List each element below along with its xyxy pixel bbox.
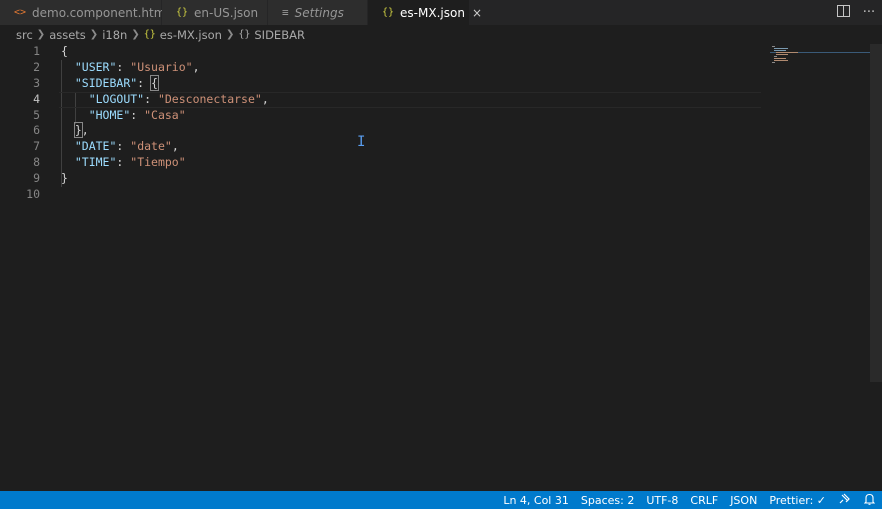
code-content[interactable]: { "USER": "Usuario", "SIDEBAR": { "LOGOU…: [59, 44, 761, 203]
breadcrumb-item-src[interactable]: src: [16, 28, 33, 42]
object-symbol-icon: {}: [238, 29, 251, 40]
minimap[interactable]: [770, 44, 870, 64]
line-number: 1: [33, 44, 40, 58]
end-of-line[interactable]: CRLF: [684, 494, 724, 507]
code-editor[interactable]: 1 2 3 4 5 6 7 8 9 10 { "USER": "Usuario"…: [0, 44, 882, 491]
tab-actions: ···: [830, 0, 882, 25]
vertical-scrollbar[interactable]: [870, 44, 882, 382]
breadcrumb: src ❯ assets ❯ i18n ❯ {} es-MX.json ❯ {}…: [0, 25, 882, 44]
tab-es-mx-json[interactable]: {} es-MX.json ×: [368, 0, 482, 25]
tab-settings[interactable]: ≡ Settings: [268, 0, 368, 25]
scrollbar-track: [870, 382, 882, 491]
code-line: "DATE": "date",: [74, 139, 179, 154]
line-number: 2: [33, 59, 40, 74]
tab-label: demo.component.html: [32, 5, 169, 20]
bracket-match: }: [73, 122, 83, 139]
json-icon: {}: [382, 7, 395, 18]
chevron-right-icon: ❯: [89, 29, 99, 40]
breadcrumb-item-file[interactable]: es-MX.json: [160, 28, 222, 42]
cursor-position[interactable]: Ln 4, Col 31: [497, 494, 575, 507]
line-number: 9: [33, 171, 40, 186]
status-bar: Ln 4, Col 31 Spaces: 2 UTF-8 CRLF JSON P…: [0, 491, 882, 509]
code-line: }: [61, 171, 68, 186]
line-number: 3: [33, 75, 40, 90]
language-mode[interactable]: JSON: [724, 494, 763, 507]
code-line: },: [73, 122, 89, 139]
chevron-right-icon: ❯: [225, 29, 235, 40]
code-line: "TIME": "Tiempo": [74, 155, 186, 170]
json-icon: {}: [176, 7, 189, 18]
editor-tab-bar: <> demo.component.html {} en-US.json ≡ S…: [0, 0, 882, 25]
tab-label: en-US.json: [194, 5, 259, 20]
code-line-current: "LOGOUT": "Desconectarse",: [59, 91, 761, 108]
json-icon: {}: [143, 29, 156, 40]
code-line: "HOME": "Casa": [88, 107, 186, 122]
line-number: 6: [33, 123, 40, 138]
line-number: 8: [33, 155, 40, 170]
chevron-right-icon: ❯: [36, 29, 46, 40]
chevron-right-icon: ❯: [131, 29, 140, 40]
split-editor-icon[interactable]: [830, 4, 856, 21]
breadcrumb-item-i18n[interactable]: i18n: [102, 28, 127, 42]
indentation[interactable]: Spaces: 2: [575, 494, 640, 507]
bell-icon[interactable]: [857, 493, 882, 508]
more-actions-icon[interactable]: ···: [856, 5, 882, 20]
code-line: "SIDEBAR": {: [74, 74, 159, 91]
breadcrumb-item-symbol[interactable]: SIDEBAR: [254, 28, 305, 42]
line-number-gutter: 1 2 3 4 5 6 7 8 9 10: [0, 44, 40, 203]
tab-label: Settings: [294, 5, 344, 20]
html-icon: <>: [14, 7, 27, 18]
tab-demo-component-html[interactable]: <> demo.component.html: [0, 0, 169, 25]
feedback-icon[interactable]: [832, 493, 857, 507]
bracket-match: {: [150, 74, 159, 91]
breadcrumb-item-assets[interactable]: assets: [49, 28, 86, 42]
code-line: "USER": "Usuario",: [74, 59, 200, 74]
tab-en-us-json[interactable]: {} en-US.json: [162, 0, 268, 25]
prettier-status[interactable]: Prettier: ✓: [763, 494, 832, 507]
line-number: 5: [33, 107, 40, 122]
line-number: 7: [33, 139, 40, 154]
close-icon[interactable]: ×: [472, 6, 482, 20]
tab-label: es-MX.json: [400, 5, 465, 20]
settings-icon: ≡: [282, 6, 289, 19]
line-number: 10: [26, 187, 40, 202]
code-line: {: [61, 44, 68, 58]
encoding[interactable]: UTF-8: [640, 494, 684, 507]
text-cursor-icon: I: [357, 134, 366, 150]
line-number: 4: [33, 91, 40, 106]
